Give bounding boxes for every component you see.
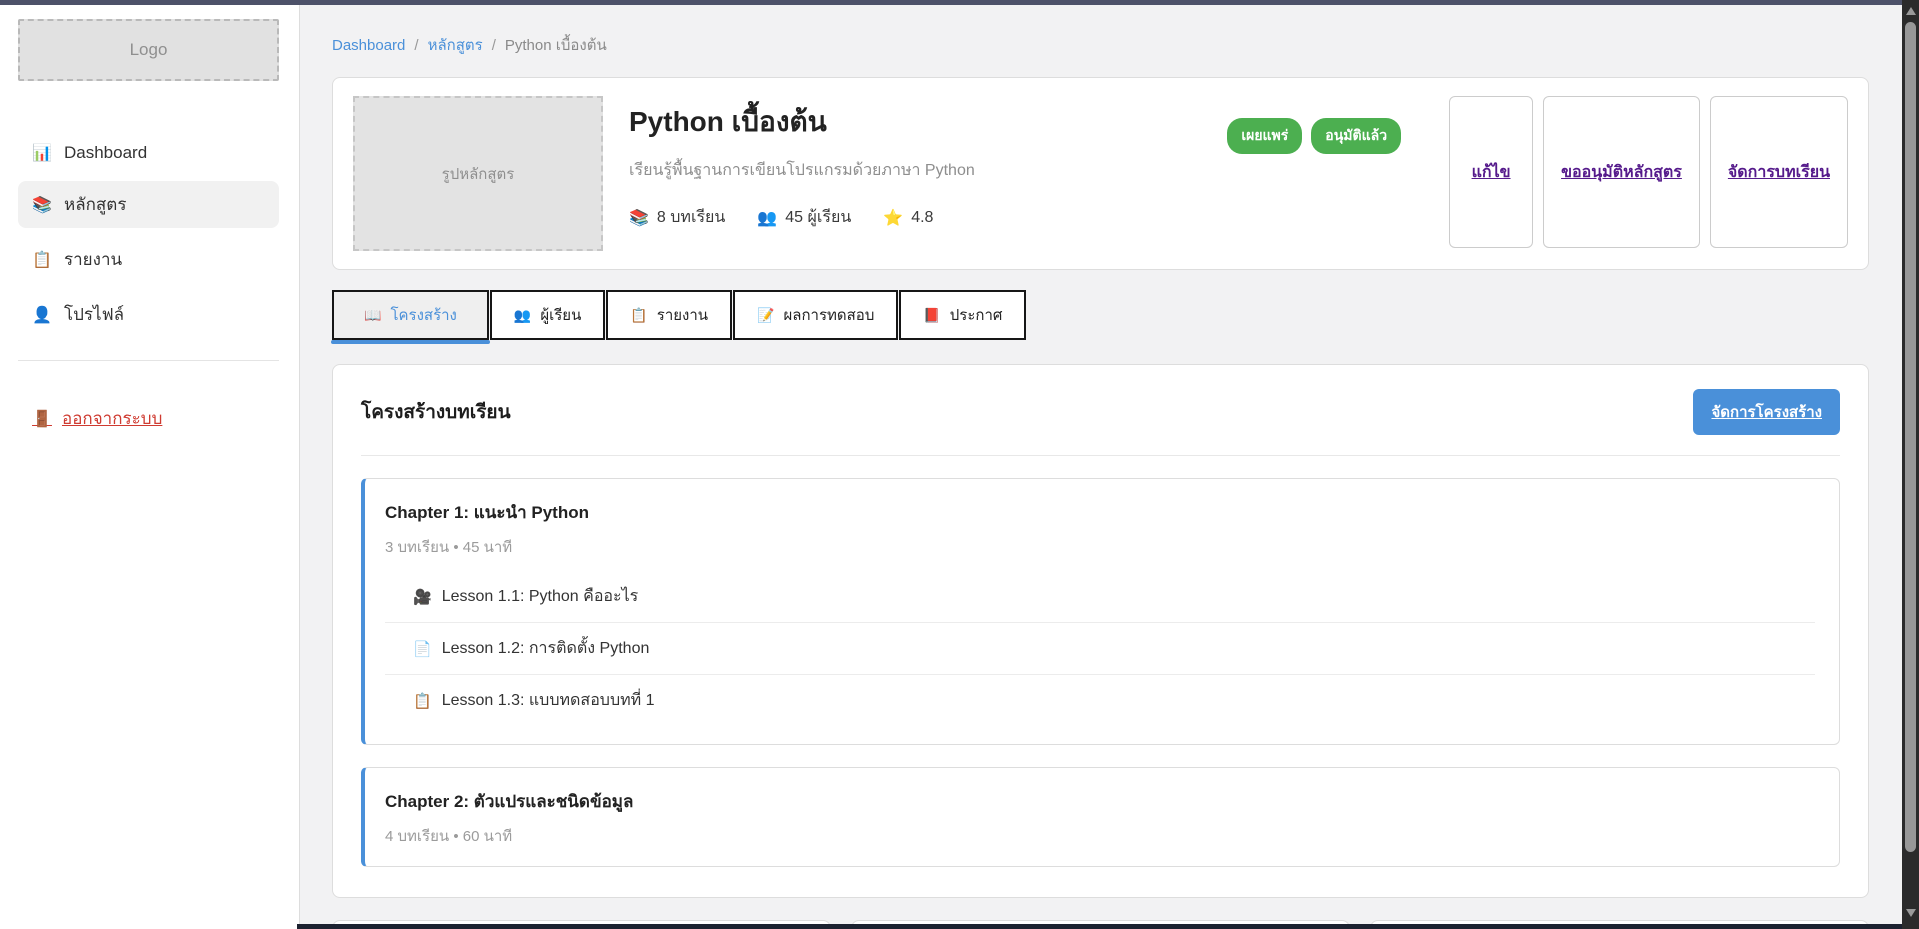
scrollbar[interactable] [1902, 0, 1919, 929]
chapter-title: Chapter 1: แนะนำ Python [385, 499, 1815, 526]
people-icon: 👥 [514, 307, 531, 324]
tab-label: ผลการทดสอบ [783, 303, 874, 327]
red-book-icon: 📕 [923, 307, 940, 324]
published-badge: เผยแพร่ [1227, 118, 1302, 154]
edit-link[interactable]: แก้ไข [1472, 160, 1511, 185]
chapter-title: Chapter 2: ตัวแปรและชนิดข้อมูล [385, 788, 1815, 815]
chapter-card-2: Chapter 2: ตัวแปรและชนิดข้อมูล 4 บทเรียน… [361, 767, 1840, 867]
clipboard-icon: 📋 [630, 307, 647, 324]
edit-action-box[interactable]: แก้ไข [1449, 96, 1533, 248]
logo-label: Logo [130, 40, 168, 60]
request-approval-action-box[interactable]: ขออนุมัติหลักสูตร [1543, 96, 1700, 248]
scroll-down-arrow-icon[interactable] [1906, 909, 1916, 917]
approved-badge: อนุมัติแล้ว [1311, 118, 1401, 154]
star-icon: ⭐ [883, 208, 903, 228]
document-icon: 📄 [413, 640, 432, 658]
course-stats: 📚 8 บทเรียน 👥 45 ผู้เรียน ⭐ 4.8 [629, 205, 1201, 230]
tab-structure[interactable]: 📖 โครงสร้าง [332, 290, 489, 340]
app-window: Logo 📊 Dashboard 📚 หลักสูตร 📋 รายงาน 👤 โ… [0, 0, 1919, 929]
course-info: Python เบื้องต้น เรียนรู้พื้นฐานการเขียน… [629, 96, 1201, 251]
tab-announcements[interactable]: 📕 ประกาศ [899, 290, 1026, 340]
sidebar: Logo 📊 Dashboard 📚 หลักสูตร 📋 รายงาน 👤 โ… [0, 5, 300, 929]
course-header-card: รูปหลักสูตร Python เบื้องต้น เรียนรู้พื้… [332, 77, 1869, 270]
tab-label: ผู้เรียน [540, 303, 581, 327]
tab-students[interactable]: 👥 ผู้เรียน [490, 290, 605, 340]
main-content: Dashboard / หลักสูตร / Python เบื้องต้น … [300, 5, 1919, 929]
lesson-row[interactable]: 🎥 Lesson 1.1: Python คืออะไร [385, 571, 1815, 622]
breadcrumb-dashboard[interactable]: Dashboard [332, 37, 405, 54]
breadcrumb-current: Python เบื้องต้น [505, 33, 607, 57]
stat-lessons: 📚 8 บทเรียน [629, 205, 725, 230]
manage-lessons-link[interactable]: จัดการบทเรียน [1728, 160, 1830, 185]
breadcrumb-separator: / [492, 37, 496, 54]
scrollbar-thumb[interactable] [1905, 22, 1916, 852]
clipboard-icon: 📋 [32, 250, 52, 270]
lesson-row[interactable]: 📄 Lesson 1.2: การติดตั้ง Python [385, 622, 1815, 674]
course-title: Python เบื้องต้น [629, 100, 1201, 144]
course-tabs: 📖 โครงสร้าง 👥 ผู้เรียน 📋 รายงาน 📝 ผลการท… [332, 290, 1869, 340]
tab-label: รายงาน [657, 303, 708, 327]
lesson-row[interactable]: 📋 Lesson 1.3: แบบทดสอบบทที่ 1 [385, 674, 1815, 726]
structure-panel: โครงสร้างบทเรียน จัดการโครงสร้าง Chapter… [332, 364, 1869, 898]
video-camera-icon: 🎥 [413, 588, 432, 606]
logo-placeholder: Logo [18, 19, 279, 81]
tab-label: โครงสร้าง [390, 303, 456, 327]
open-book-icon: 📖 [364, 307, 381, 324]
structure-divider [361, 455, 1840, 456]
manage-structure-button[interactable]: จัดการโครงสร้าง [1693, 389, 1840, 435]
lesson-title: Lesson 1.3: แบบทดสอบบทที่ 1 [442, 688, 655, 713]
logout-link[interactable]: 🚪 ออกจากระบบ [18, 405, 279, 432]
breadcrumb-courses[interactable]: หลักสูตร [428, 33, 483, 57]
top-accent-bar [0, 0, 1919, 5]
bottom-accent-bar [297, 924, 1919, 929]
sidebar-item-label: Dashboard [64, 143, 147, 163]
clipboard-icon: 📋 [413, 692, 432, 710]
course-image-placeholder: รูปหลักสูตร [353, 96, 603, 251]
sidebar-item-label: โปรไฟล์ [64, 301, 124, 328]
status-badges: เผยแพร่ อนุมัติแล้ว [1227, 118, 1401, 251]
scroll-up-arrow-icon[interactable] [1906, 7, 1916, 15]
person-icon: 👤 [32, 305, 52, 325]
breadcrumb-separator: / [414, 37, 418, 54]
request-approval-link[interactable]: ขออนุมัติหลักสูตร [1561, 160, 1682, 185]
chapter-card-1: Chapter 1: แนะนำ Python 3 บทเรียน • 45 น… [361, 478, 1840, 745]
stat-students-label: 45 ผู้เรียน [785, 205, 851, 230]
sidebar-divider [18, 360, 279, 361]
stat-students: 👥 45 ผู้เรียน [757, 205, 851, 230]
stat-rating: ⭐ 4.8 [883, 208, 933, 228]
course-description: เรียนรู้พื้นฐานการเขียนโปรแกรมด้วยภาษา P… [629, 158, 1201, 183]
stat-lessons-label: 8 บทเรียน [657, 205, 725, 230]
books-icon: 📚 [629, 208, 649, 228]
sidebar-menu: 📊 Dashboard 📚 หลักสูตร 📋 รายงาน 👤 โปรไฟล… [18, 133, 279, 338]
sidebar-item-profile[interactable]: 👤 โปรไฟล์ [18, 291, 279, 338]
books-icon: 📚 [32, 195, 52, 215]
sidebar-item-label: รายงาน [64, 246, 122, 273]
lesson-title: Lesson 1.1: Python คืออะไร [442, 584, 639, 609]
sidebar-item-courses[interactable]: 📚 หลักสูตร [18, 181, 279, 228]
course-image-label: รูปหลักสูตร [442, 162, 515, 186]
sidebar-item-label: หลักสูตร [64, 191, 126, 218]
people-icon: 👥 [757, 208, 777, 228]
tab-test-results[interactable]: 📝 ผลการทดสอบ [733, 290, 898, 340]
bar-chart-icon: 📊 [32, 143, 52, 163]
course-actions: แก้ไข ขออนุมัติหลักสูตร จัดการบทเรียน [1449, 96, 1848, 251]
lesson-title: Lesson 1.2: การติดตั้ง Python [442, 636, 650, 661]
breadcrumb: Dashboard / หลักสูตร / Python เบื้องต้น [332, 33, 1869, 57]
door-icon: 🚪 [32, 409, 52, 429]
chapter-meta: 3 บทเรียน • 45 นาที [385, 535, 1815, 559]
stat-rating-label: 4.8 [911, 209, 933, 227]
structure-header: โครงสร้างบทเรียน จัดการโครงสร้าง [361, 389, 1840, 435]
tab-reports[interactable]: 📋 รายงาน [606, 290, 732, 340]
sidebar-item-reports[interactable]: 📋 รายงาน [18, 236, 279, 283]
sidebar-item-dashboard[interactable]: 📊 Dashboard [18, 133, 279, 173]
tab-label: ประกาศ [950, 303, 1003, 327]
manage-lessons-action-box[interactable]: จัดการบทเรียน [1710, 96, 1848, 248]
logout-label: ออกจากระบบ [62, 405, 162, 432]
chapter-meta: 4 บทเรียน • 60 นาที [385, 824, 1815, 848]
lesson-list: 🎥 Lesson 1.1: Python คืออะไร 📄 Lesson 1.… [385, 571, 1815, 726]
memo-icon: 📝 [757, 307, 774, 324]
structure-title: โครงสร้างบทเรียน [361, 397, 511, 427]
